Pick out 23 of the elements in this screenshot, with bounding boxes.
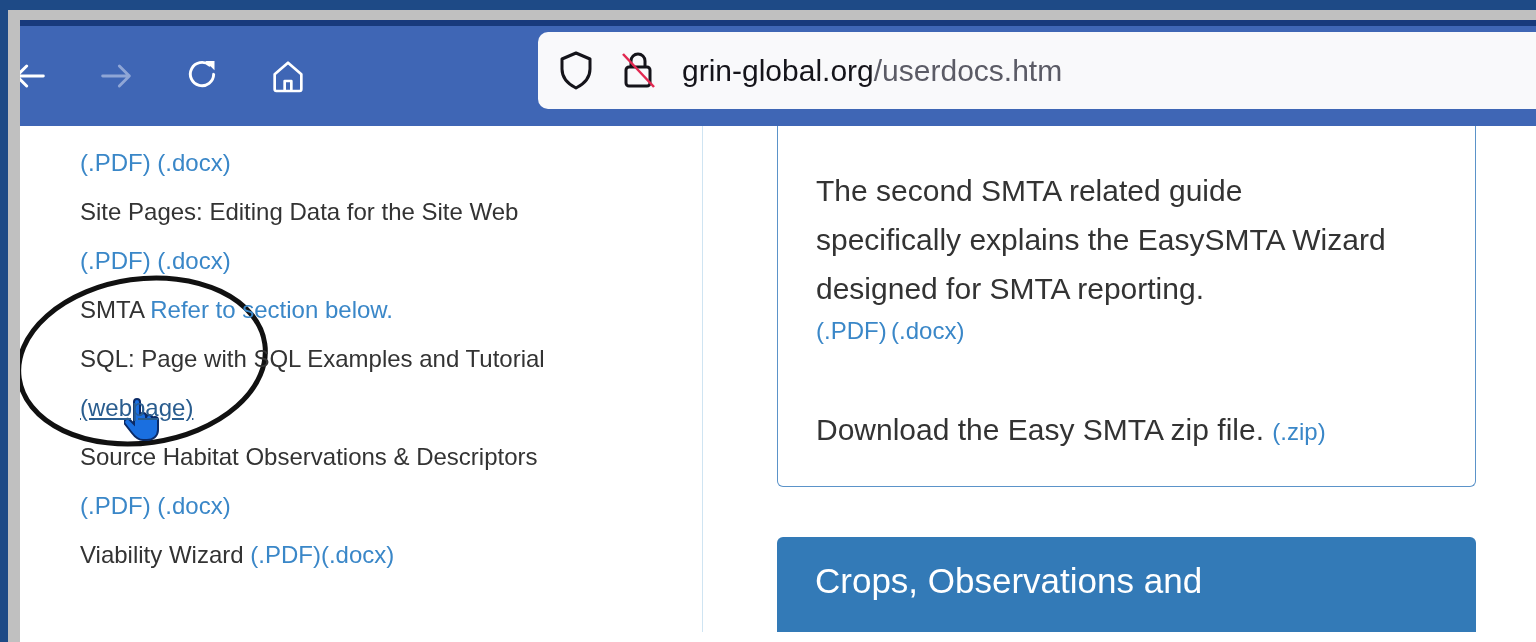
document-link[interactable]: (.PDF) — [250, 541, 321, 568]
section-title: Crops, Observations and — [815, 561, 1203, 600]
document-link[interactable]: (.docx) — [157, 247, 231, 274]
document-link[interactable]: (.PDF) — [80, 247, 151, 274]
document-link[interactable]: (.PDF) — [80, 149, 151, 176]
document-link[interactable]: (.docx) — [320, 541, 395, 568]
document-link[interactable]: (.PDF) — [816, 317, 887, 344]
shield-icon — [558, 50, 594, 90]
download-text: Download the Easy SMTA zip file. — [816, 413, 1264, 446]
document-link[interactable]: (.docx) — [891, 317, 965, 344]
insecure-lock-icon — [620, 50, 656, 90]
url-path: /userdocs.htm — [873, 53, 1063, 87]
guide-title: Site Pages: Editing Data for the Site Web — [80, 198, 519, 225]
card-description: The second SMTA related guide specifically explains the EasySMTA Wizard designed for SMTA reporting. — [816, 173, 1386, 307]
document-link[interactable]: (.docx) — [157, 149, 231, 176]
zip-link[interactable]: (.zip) — [1272, 418, 1326, 445]
guide-title: SMTA — [80, 296, 144, 323]
document-link[interactable]: (.PDF) — [80, 492, 151, 519]
url-domain: grin-global.org — [682, 53, 874, 87]
guide-title: Source Habitat Observations & Descriptors — [80, 443, 538, 470]
address-bar[interactable]: grin-global.org/userdocs.htm — [538, 31, 1536, 109]
document-link[interactable]: (.docx) — [157, 492, 231, 519]
guide-title: Viability Wizard — [80, 541, 244, 568]
